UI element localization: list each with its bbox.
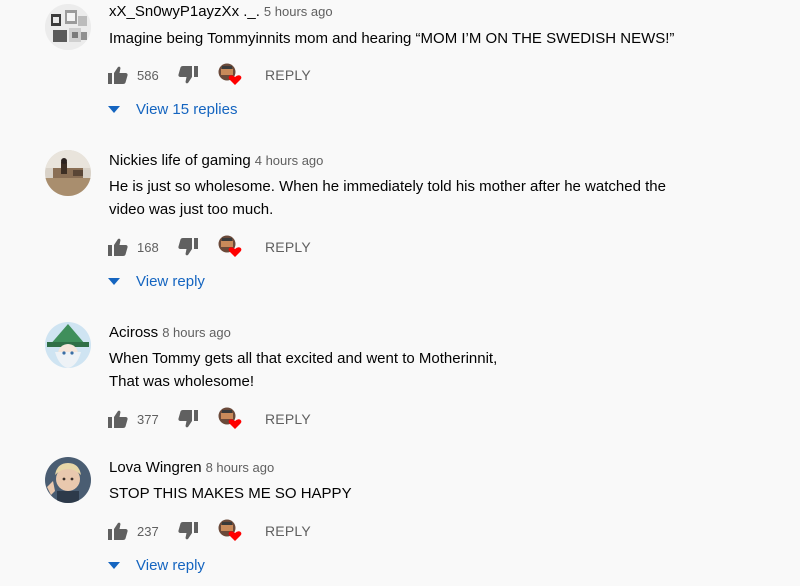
dislike-button[interactable] xyxy=(178,407,200,431)
comment-time[interactable]: 8 hours ago xyxy=(162,325,231,340)
like-count: 377 xyxy=(137,411,159,427)
thumbs-up-icon xyxy=(108,522,128,540)
like-button[interactable] xyxy=(108,407,130,431)
thumbs-up-icon xyxy=(108,238,128,256)
reply-button[interactable]: REPLY xyxy=(265,63,311,87)
comment-actions: 237 REPLY xyxy=(108,519,328,543)
dislike-button[interactable] xyxy=(178,63,200,87)
creator-heart-icon xyxy=(218,235,242,257)
creator-heart-badge[interactable] xyxy=(218,519,244,543)
comment-time[interactable]: 8 hours ago xyxy=(206,460,275,475)
view-replies-label: View reply xyxy=(136,272,205,290)
comment-text-line: video was just too much. xyxy=(109,201,274,218)
comment-header: Lova Wingren 8 hours ago xyxy=(109,459,274,477)
comment-text-line: Imagine being Tommyinnits mom and hearin… xyxy=(109,30,675,47)
avatar[interactable] xyxy=(45,322,91,368)
caret-down-icon xyxy=(108,105,120,113)
like-button[interactable] xyxy=(108,63,130,87)
comment-text: STOP THIS MAKES ME SO HAPPY xyxy=(109,482,352,505)
creator-heart-badge[interactable] xyxy=(218,235,244,259)
caret-down-icon xyxy=(108,561,120,569)
comment-actions: 168 REPLY xyxy=(108,235,328,259)
comment-text: When Tommy gets all that excited and wen… xyxy=(109,347,497,393)
view-replies-button[interactable]: View reply xyxy=(108,554,205,576)
like-count: 237 xyxy=(137,523,159,539)
comment-text: He is just so wholesome. When he immedia… xyxy=(109,175,666,221)
comment-text-line: STOP THIS MAKES ME SO HAPPY xyxy=(109,485,352,502)
like-button[interactable] xyxy=(108,235,130,259)
thumbs-down-icon xyxy=(178,410,198,428)
dislike-button[interactable] xyxy=(178,519,200,543)
like-count: 168 xyxy=(137,239,159,255)
creator-heart-icon xyxy=(218,519,242,541)
comment-author[interactable]: Lova Wingren xyxy=(109,459,202,476)
thumbs-down-icon xyxy=(178,66,198,84)
thumbs-up-icon xyxy=(108,66,128,84)
view-replies-label: View reply xyxy=(136,556,205,574)
comment-text-line: He is just so wholesome. When he immedia… xyxy=(109,178,666,195)
reply-button[interactable]: REPLY xyxy=(265,519,311,543)
comment-author[interactable]: Aciross xyxy=(109,324,158,341)
comment-text-line: That was wholesome! xyxy=(109,373,255,390)
view-replies-button[interactable]: View 15 replies xyxy=(108,98,237,120)
comment-text-line: When Tommy gets all that excited and wen… xyxy=(109,350,498,367)
view-replies-button[interactable]: View reply xyxy=(108,270,205,292)
reply-button[interactable]: REPLY xyxy=(265,235,311,259)
comment-actions: 377 REPLY xyxy=(108,407,328,431)
creator-heart-icon xyxy=(218,63,242,85)
reply-button[interactable]: REPLY xyxy=(265,407,311,431)
comment-author[interactable]: xX_Sn0wyP1ayzXx ._. xyxy=(109,3,260,20)
comment-actions: 586 REPLY xyxy=(108,63,328,87)
like-count: 586 xyxy=(137,67,159,83)
creator-heart-icon xyxy=(218,407,242,429)
creator-heart-badge[interactable] xyxy=(218,63,244,87)
comment-text: Imagine being Tommyinnits mom and hearin… xyxy=(109,27,674,50)
thumbs-up-icon xyxy=(108,410,128,428)
creator-heart-badge[interactable] xyxy=(218,407,244,431)
comment-time[interactable]: 4 hours ago xyxy=(255,153,324,168)
dislike-button[interactable] xyxy=(178,235,200,259)
view-replies-label: View 15 replies xyxy=(136,100,238,118)
comment-author[interactable]: Nickies life of gaming xyxy=(109,152,251,169)
comment-header: Nickies life of gaming 4 hours ago xyxy=(109,152,323,170)
thumbs-down-icon xyxy=(178,238,198,256)
comment-time[interactable]: 5 hours ago xyxy=(264,4,333,19)
avatar[interactable] xyxy=(45,4,91,50)
comment-header: xX_Sn0wyP1ayzXx ._. 5 hours ago xyxy=(109,3,333,21)
avatar[interactable] xyxy=(45,150,91,196)
caret-down-icon xyxy=(108,277,120,285)
avatar[interactable] xyxy=(45,457,91,503)
thumbs-down-icon xyxy=(178,522,198,540)
comment-header: Aciross 8 hours ago xyxy=(109,324,231,342)
like-button[interactable] xyxy=(108,519,130,543)
